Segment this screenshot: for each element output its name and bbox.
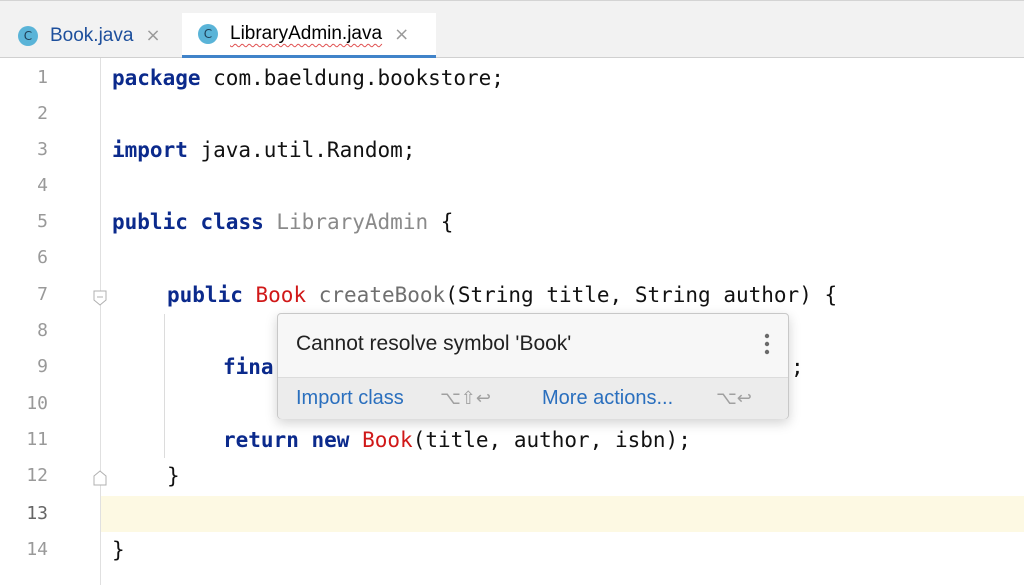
line-number-current: 13	[26, 503, 48, 524]
indent-guide	[164, 314, 165, 458]
keyword: public	[112, 210, 188, 234]
line-number: 4	[37, 175, 48, 196]
keyword: new	[311, 428, 350, 452]
code-text: com.baeldung.bookstore;	[200, 66, 504, 90]
close-icon[interactable]: ×	[145, 25, 160, 46]
code-line-11: return new Book(title, author, isbn);	[223, 422, 691, 458]
code-text: (String title, String author) {	[445, 283, 838, 307]
line-number: 1	[37, 67, 48, 88]
close-icon[interactable]: ×	[394, 24, 409, 45]
class-name: LibraryAdmin	[276, 210, 429, 234]
code-text: {	[428, 210, 454, 234]
line-number: 10	[26, 393, 48, 414]
code-line-1: package com.baeldung.bookstore;	[112, 60, 504, 96]
tab-label: LibraryAdmin.java	[230, 23, 383, 44]
unresolved-symbol[interactable]: Book	[256, 283, 307, 307]
line-number: 9	[37, 356, 48, 377]
code-line-9: fina	[223, 349, 274, 385]
method-name: createBook	[318, 283, 446, 307]
quick-fix-bar: Import class ⌥⇧↩ More actions... ⌥↩	[278, 377, 788, 419]
line-number: 14	[26, 539, 48, 560]
tab-label: Book.java	[50, 24, 134, 46]
line-number: 5	[37, 211, 48, 232]
line-number: 2	[37, 103, 48, 124]
line-number: 12	[26, 465, 48, 486]
code-line-14: }	[112, 538, 125, 562]
error-tooltip-popup: Cannot resolve symbol 'Book' Import clas…	[277, 313, 789, 419]
tab-book-java[interactable]: C Book.java ×	[18, 13, 161, 58]
class-icon: C	[18, 25, 38, 46]
line-number: 3	[37, 139, 48, 160]
more-actions-link[interactable]: More actions...	[542, 387, 673, 410]
editor-tab-bar: C Book.java × C LibraryAdmin.java ×	[0, 0, 1024, 58]
keyword: fina	[223, 355, 274, 379]
shortcut-hint: ⌥⇧↩	[440, 388, 491, 409]
more-vertical-icon[interactable]	[764, 332, 770, 356]
line-number: 8	[37, 320, 48, 341]
keyword: package	[112, 66, 201, 90]
line-number: 11	[26, 429, 48, 450]
unresolved-symbol[interactable]: Book	[362, 428, 413, 452]
keyword: import	[112, 138, 188, 162]
code-line-12: }	[167, 464, 180, 488]
code-line-3: import java.util.Random;	[112, 132, 415, 168]
code-line-5: public class LibraryAdmin {	[112, 204, 453, 240]
fold-icon[interactable]	[92, 290, 108, 306]
line-number-gutter[interactable]: 1 2 3 4 5 6 7 8 9 10 11 12 13 14	[0, 58, 107, 585]
code-text: java.util.Random;	[187, 138, 416, 162]
code-line-7: public Book createBook(String title, Str…	[167, 277, 837, 313]
code-line-9-tail: ;	[791, 355, 804, 379]
error-message: Cannot resolve symbol 'Book'	[296, 332, 572, 355]
line-number: 6	[37, 247, 48, 268]
fold-end-icon[interactable]	[92, 470, 108, 486]
code-text: (title, author, isbn);	[412, 428, 691, 452]
keyword: class	[200, 210, 264, 234]
keyword: public	[167, 283, 243, 307]
shortcut-hint: ⌥↩	[716, 388, 752, 409]
import-class-link[interactable]: Import class	[296, 387, 404, 410]
keyword: return	[223, 428, 299, 452]
tab-libraryadmin-java[interactable]: C LibraryAdmin.java ×	[182, 13, 436, 58]
line-number: 7	[37, 284, 48, 305]
current-line-highlight	[0, 496, 1024, 532]
class-icon: C	[198, 24, 218, 44]
